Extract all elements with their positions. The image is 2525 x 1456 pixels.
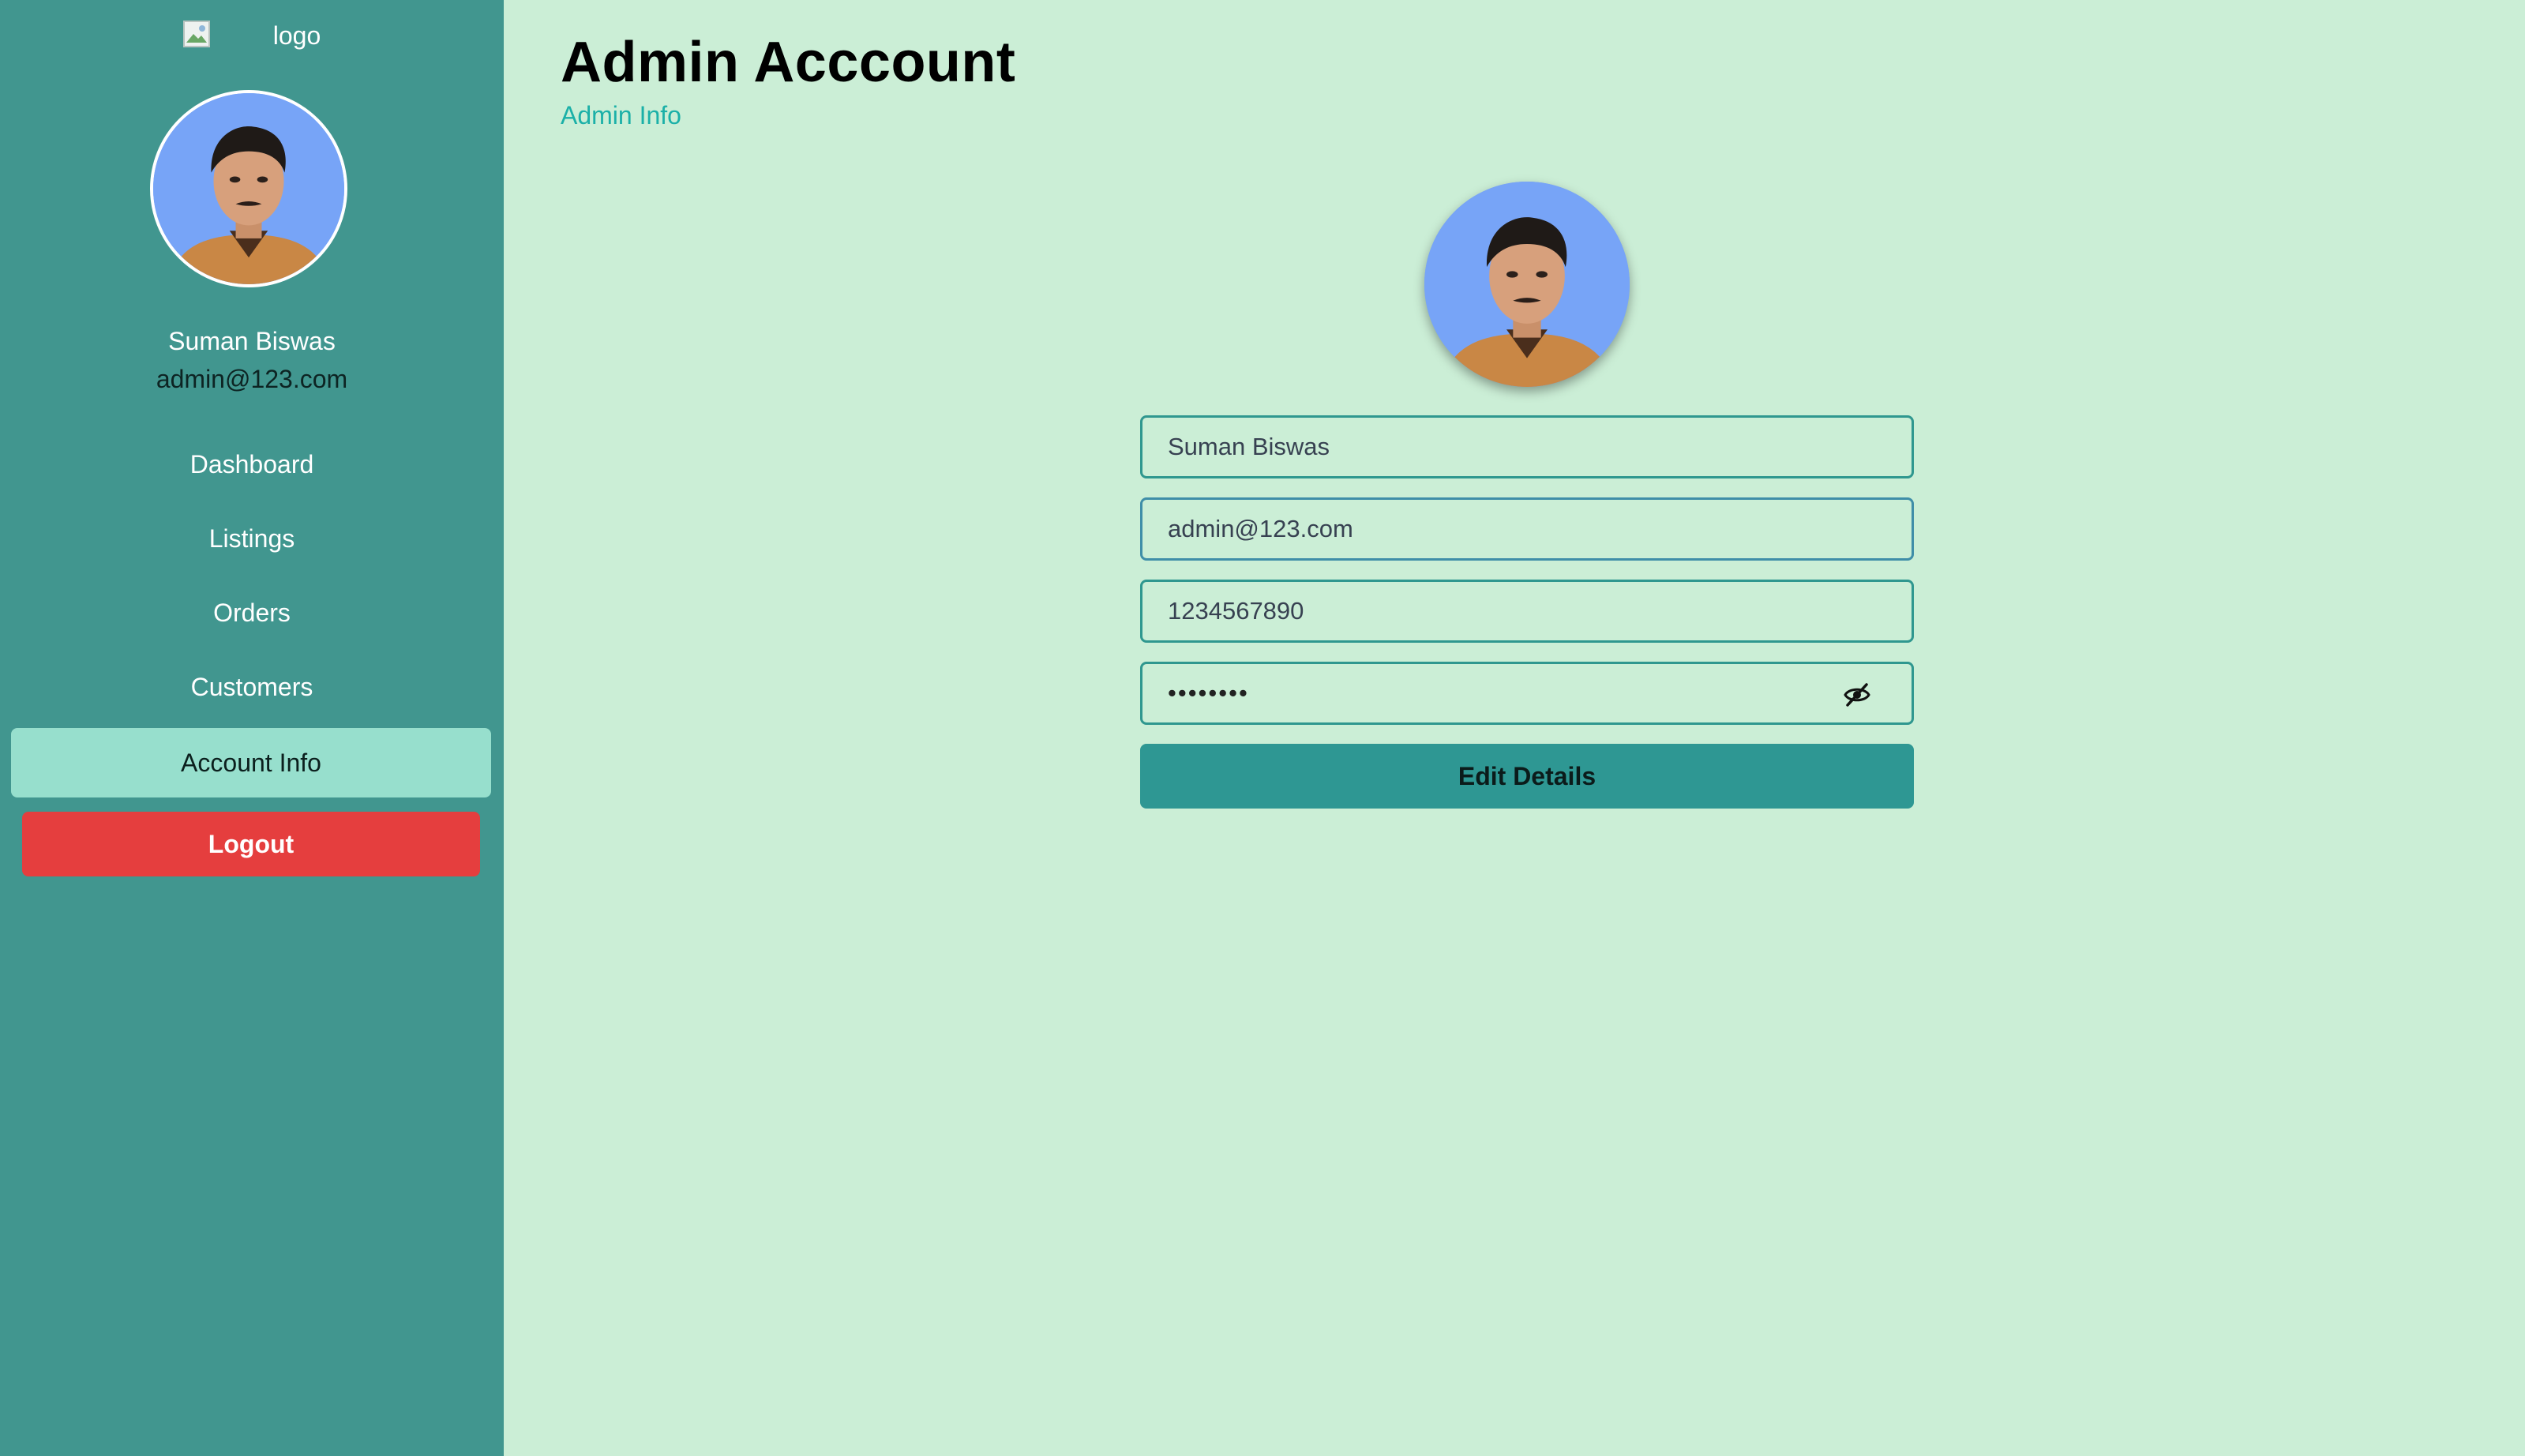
sidebar-user-name: Suman Biswas [168,327,336,355]
sidebar-item-orders[interactable]: Orders [0,581,504,644]
page-subtitle: Admin Info [561,101,681,129]
broken-image-icon [182,21,210,47]
page-title: Admin Acccount [561,31,1016,94]
profile-avatar[interactable] [1424,182,1630,387]
sidebar-item-listings[interactable]: Listings [0,507,504,570]
sidebar-item-account-info[interactable]: Account Info [11,728,491,797]
logo-alt-text: logo [272,21,321,50]
name-field[interactable]: Suman Biswas [1140,415,1914,478]
sidebar-avatar [150,90,347,287]
phone-field[interactable]: 1234567890 [1140,580,1914,643]
edit-details-button[interactable]: Edit Details [1140,744,1914,809]
logo[interactable]: logo [0,21,504,51]
sidebar-item-customers[interactable]: Customers [0,655,504,719]
password-field[interactable]: •••••••• [1140,662,1914,725]
sidebar-user-email: admin@123.com [156,365,348,393]
email-field[interactable]: admin@123.com [1140,497,1914,561]
sidebar: logo Suman Biswas admin@123.com Dashboar… [0,0,504,1456]
eye-slash-icon[interactable] [1843,681,1871,709]
logout-button[interactable]: Logout [22,812,480,876]
sidebar-item-dashboard[interactable]: Dashboard [0,433,504,496]
